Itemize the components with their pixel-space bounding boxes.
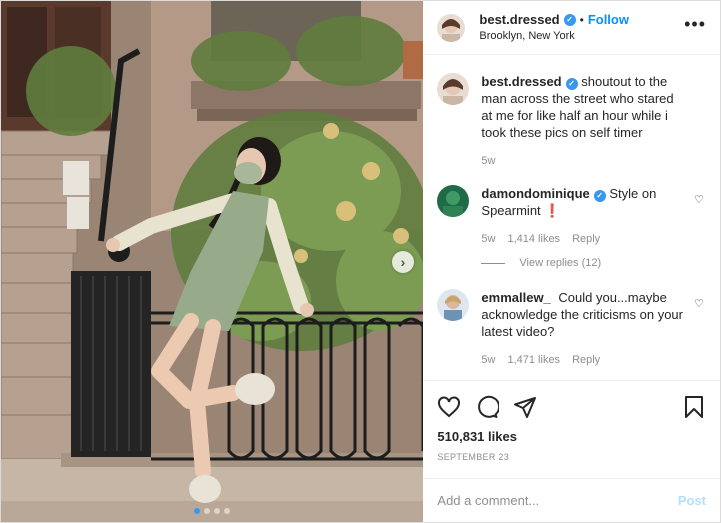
post-author-username[interactable]: best.dressed [479,12,559,28]
comment-username[interactable]: damondominique [481,186,589,201]
photo-illustration [1,1,424,522]
post-sidebar: best.dressed ✓ • Follow Brooklyn, New Yo… [423,1,720,522]
post-header: best.dressed ✓ • Follow Brooklyn, New Yo… [423,1,720,55]
post-location[interactable]: Brooklyn, New York [479,28,684,44]
comment-likes[interactable]: 1,414 likes [507,233,560,245]
view-replies-button[interactable]: View replies (12) [481,257,706,269]
reply-button[interactable]: Reply [572,233,600,245]
carousel-dot [204,508,211,514]
view-replies-label: View replies (12) [519,257,602,269]
comment-time[interactable]: 5w [481,155,495,167]
avatar[interactable] [437,185,470,217]
add-comment-input[interactable] [437,493,678,508]
like-comment-icon[interactable]: ♡ [694,297,704,310]
comment-composer: Post [423,478,720,522]
verified-badge-icon: ✓ [593,189,606,202]
avatar[interactable] [437,73,470,105]
reply-button[interactable]: Reply [572,354,600,366]
more-options-icon[interactable]: ••• [684,15,706,37]
chevron-right-icon: › [400,254,406,270]
follow-button[interactable]: Follow [588,12,629,28]
carousel-dot [194,508,201,514]
heart-icon[interactable] [437,395,461,419]
comments-list: best.dressed ✓ shoutout to the man across… [423,55,720,380]
likes-count[interactable]: 510,831 likes [437,429,706,444]
carousel-dots [1,508,423,514]
post-date[interactable]: SEPTEMBER 23 [437,452,706,462]
carousel-dot [224,508,231,514]
caption: best.dressed ✓ shoutout to the man across… [437,73,706,167]
post-comment-button[interactable]: Post [678,493,706,508]
comment-item: damondominique ✓ Style on Spearmint ❗ 5w … [437,185,706,245]
verified-badge-icon: ✓ [565,77,578,90]
comment-time[interactable]: 5w [481,233,495,245]
like-comment-icon[interactable]: ♡ [694,193,704,206]
bookmark-icon[interactable] [682,395,706,419]
post-card: › best.dressed ✓ • Follow Brooklyn, New … [0,0,721,523]
verified-badge-icon: ✓ [563,13,576,26]
comment-icon[interactable] [475,395,500,419]
comment-time[interactable]: 5w [481,354,495,366]
divider [481,262,506,264]
avatar[interactable] [437,289,470,321]
post-photo[interactable]: › [1,1,424,522]
carousel-next-button[interactable]: › [392,251,414,273]
comment-item: emmallew_ Could you...maybe acknowledge … [437,289,706,366]
comment-username[interactable]: emmallew_ [481,290,550,305]
carousel-dot [214,508,221,514]
separator-dot: • [579,12,584,27]
share-icon[interactable] [513,395,537,419]
post-actions: 510,831 likes SEPTEMBER 23 [423,380,720,478]
comment-username[interactable]: best.dressed [481,74,561,89]
comment-likes[interactable]: 1,471 likes [507,354,560,366]
avatar[interactable] [437,13,466,42]
